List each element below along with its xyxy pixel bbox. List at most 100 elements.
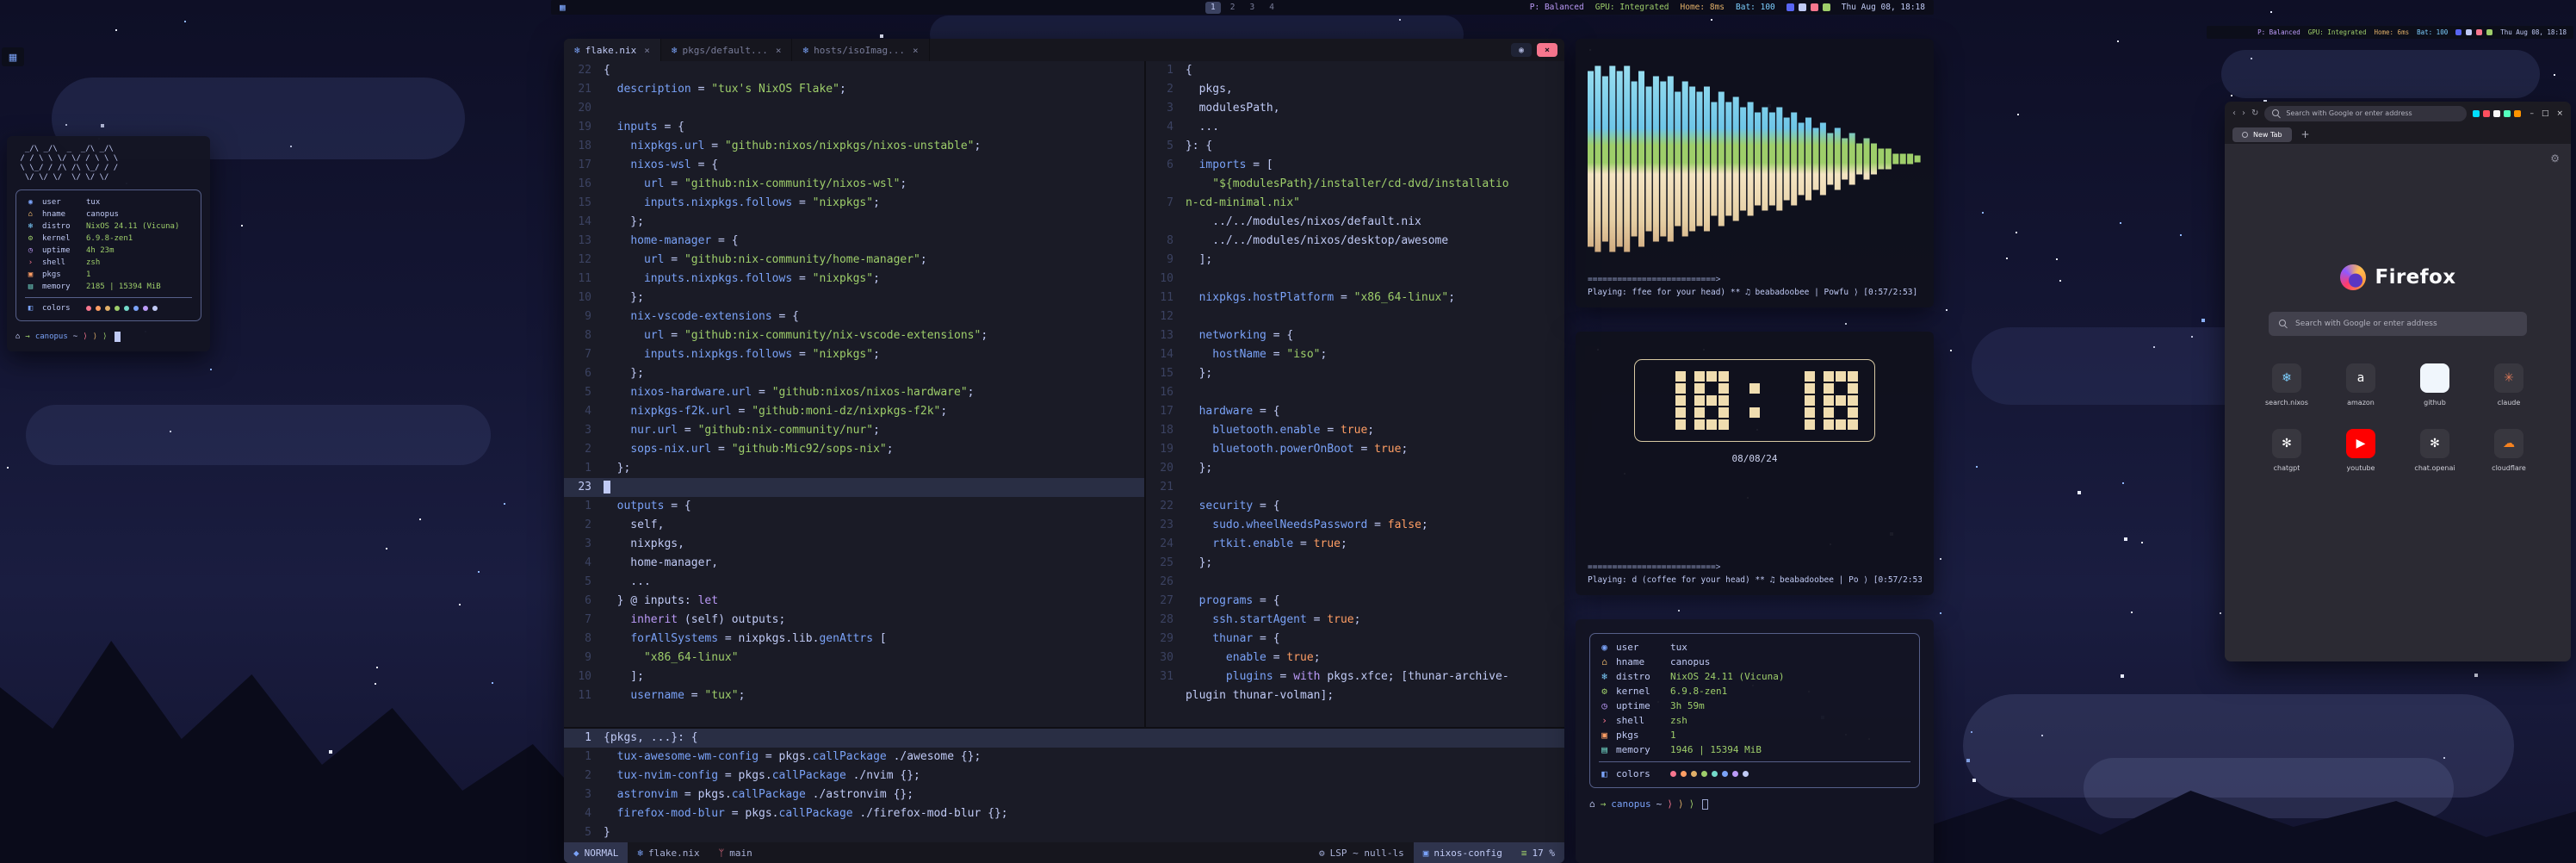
tray-icon[interactable] — [1811, 3, 1818, 11]
fetch-value: 6.9.8-zen1 — [86, 233, 133, 245]
tray-icon[interactable] — [2466, 29, 2472, 35]
url-bar[interactable]: Search with Google or enter address — [2264, 106, 2467, 121]
search-icon — [2272, 109, 2281, 118]
close-button[interactable]: × — [2556, 109, 2563, 118]
statusline-icon: ▣ — [1423, 847, 1429, 859]
minimize-button[interactable]: – — [2530, 109, 2534, 118]
main-top-bar: ▦ 1234 P: BalancedGPU: IntegratedHome: 8ms… — [551, 0, 1934, 15]
line-number: 16 — [1146, 383, 1186, 402]
workspace-button-3[interactable]: 3 — [1245, 2, 1260, 14]
clock-cell — [1737, 383, 1748, 394]
shortcut-tile[interactable]: ✻chatgpt — [2259, 429, 2314, 472]
tray-icon[interactable] — [1799, 3, 1806, 11]
shortcut-tile[interactable]: ✻chat.openai — [2407, 429, 2462, 472]
clock-cell — [1718, 407, 1729, 418]
code-line: 23 sudo.wheelNeedsPassword = false; — [1146, 516, 1564, 535]
editor-pane-flake-nix[interactable]: 22{21 description = "tux's NixOS Flake";… — [564, 61, 1144, 727]
fetch-memory-icon: ▤ — [1599, 742, 1610, 757]
tab-close-icon[interactable]: × — [776, 45, 782, 56]
clock-cell — [1848, 419, 1858, 430]
clock-cell — [1805, 383, 1815, 394]
new-tab-button[interactable]: + — [2298, 128, 2313, 140]
shortcut-tile[interactable]: ▶youtube — [2333, 429, 2388, 472]
workspace-button-2[interactable]: 2 — [1225, 2, 1241, 14]
fetch-value: 1 — [1670, 728, 1676, 742]
workspace-list: 1234 — [1205, 2, 1279, 14]
tab-close-icon[interactable]: × — [644, 45, 650, 56]
fetch-row-kernel: ⚙kernel6.9.8-zen1 — [25, 233, 192, 245]
shell-prompt[interactable]: ⌂→canopus~⟩⟩⟩ — [15, 332, 201, 342]
workspace-button-4[interactable]: 4 — [1264, 2, 1279, 14]
secondary-top-bar: P: BalancedGPU: IntegratedHome: 6msBat: … — [2207, 26, 2573, 39]
code-line: 17 nixos-wsl = { — [564, 156, 1144, 175]
shell-prompt[interactable]: ⌂→canopus~⟩⟩⟩ — [1589, 798, 1920, 810]
terminal-fetch-left[interactable]: _/\ _/\ _ _/\ _/\ / / \ \ \/ \/ / \ \ \ … — [7, 136, 210, 351]
editor-tab[interactable]: ❄flake.nix× — [564, 39, 661, 61]
tab-new-tab[interactable]: New Tab — [2232, 127, 2292, 142]
left-monitor-widget[interactable]: ▦ — [2, 47, 24, 66]
terminal-fetch-right[interactable]: ◉usertux⌂hnamecanopus❄distroNixOS 24.11 … — [1576, 619, 1934, 863]
line-number: 9 — [564, 649, 604, 667]
extension-icon[interactable] — [2514, 110, 2521, 117]
shortcut-tile[interactable]: aamazon — [2333, 363, 2388, 407]
code-text: }; — [1186, 554, 1564, 573]
editor-tab[interactable]: ❄pkgs/default...× — [661, 39, 793, 61]
personalize-gear-icon[interactable]: ⚙ — [2550, 152, 2560, 165]
code-line: 3 modulesPath, — [1146, 99, 1564, 118]
eye-toggle-icon[interactable]: ◉ — [1511, 43, 1532, 57]
fetch-user-icon: ◉ — [1599, 640, 1610, 655]
cloud — [26, 405, 491, 465]
back-icon[interactable]: ‹ — [2232, 109, 2236, 118]
editor-splits: 22{21 description = "tux's NixOS Flake";… — [564, 61, 1564, 727]
line-number: 7 — [564, 345, 604, 364]
clock-cell — [1694, 371, 1705, 382]
editor-pane-iso-image[interactable]: 1{2 pkgs,3 modulesPath,4 ...5}: {6 impor… — [1146, 61, 1564, 727]
code-text: } — [604, 823, 1564, 842]
editor-pane-pkgs-default[interactable]: 1{pkgs, ...}: {1 tux-awesome-wm-config =… — [564, 729, 1564, 842]
prompt-chevron: ⟩ — [83, 332, 87, 341]
clock-cell — [1663, 419, 1674, 430]
tile-label: youtube — [2347, 464, 2375, 472]
prompt-home-icon: ⌂ — [1589, 798, 1595, 810]
fetch-label: distro — [42, 220, 80, 233]
status-cluster: P: BalancedGPU: IntegratedHome: 8msBat: … — [1530, 3, 1925, 12]
extension-icon[interactable] — [2473, 110, 2480, 117]
close-all-icon[interactable]: × — [1537, 43, 1557, 57]
maximize-button[interactable]: □ — [2542, 109, 2549, 118]
tray-icon[interactable] — [1823, 3, 1830, 11]
tray-icon[interactable] — [2486, 29, 2492, 35]
extension-icon[interactable] — [2504, 110, 2511, 117]
code-text: sudo.wheelNeedsPassword = false; — [1186, 516, 1564, 535]
apps-grid-icon[interactable]: ▦ — [560, 2, 566, 13]
color-dot — [1681, 771, 1687, 777]
code-line: 3 astronvim = pkgs.callPackage ./astronv… — [564, 785, 1564, 804]
shortcut-tile[interactable]: ❄search.nixos — [2259, 363, 2314, 407]
line-number — [1146, 686, 1186, 705]
tray-icon[interactable] — [1786, 3, 1794, 11]
tray-icon[interactable] — [2476, 29, 2482, 35]
shortcut-tile[interactable]: ☁cloudflare — [2481, 429, 2536, 472]
terminal-cursor — [1702, 799, 1708, 810]
tab-close-icon[interactable]: × — [913, 45, 919, 56]
fetch-colors-row: ◧colors — [25, 302, 192, 314]
code-text: bluetooth.enable = true; — [1186, 421, 1564, 440]
workspace-button-1[interactable]: 1 — [1205, 2, 1221, 14]
clock-cell — [1780, 395, 1791, 406]
line-number — [1146, 175, 1186, 194]
extension-icon[interactable] — [2483, 110, 2490, 117]
newtab-search-bar[interactable]: Search with Google or enter address — [2269, 312, 2527, 336]
refresh-icon[interactable]: ↻ — [2251, 109, 2258, 118]
shortcut-tile[interactable]: github — [2407, 363, 2462, 407]
shortcut-tile[interactable]: ✳claude — [2481, 363, 2536, 407]
editor-tab[interactable]: ❄hosts/isoImag...× — [792, 39, 929, 61]
code-text: { — [604, 61, 1144, 80]
statusline-segment: ❄flake.nix — [628, 842, 709, 863]
tray-icon[interactable] — [2455, 29, 2461, 35]
forward-icon[interactable]: › — [2242, 109, 2245, 118]
line-number: 28 — [1146, 611, 1186, 630]
status-item: GPU: Integrated — [1595, 3, 1669, 12]
extension-icon[interactable] — [2493, 110, 2500, 117]
code-line: 11 nixpkgs.hostPlatform = "x86_64-linux"… — [1146, 289, 1564, 307]
code-line: 13 home-manager = { — [564, 232, 1144, 251]
line-number: 13 — [564, 232, 604, 251]
